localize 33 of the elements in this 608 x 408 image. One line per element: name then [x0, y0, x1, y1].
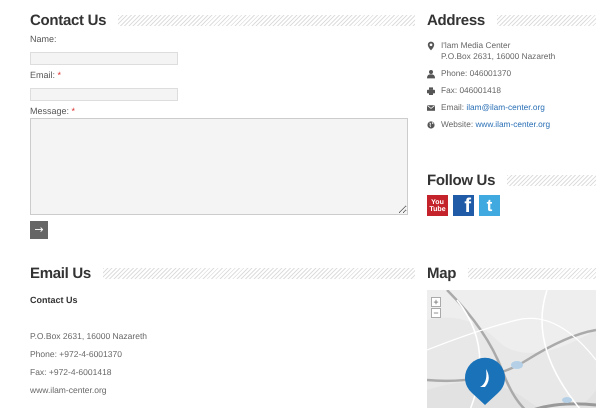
mail-icon	[427, 103, 435, 113]
section-title: Map	[427, 264, 456, 282]
input-field[interactable]	[30, 88, 178, 101]
email-line: P.O.Box 2631, 16000 Nazareth	[30, 331, 148, 342]
email-heading: Contact Us	[30, 295, 79, 305]
pin-icon	[427, 41, 435, 51]
contact-link[interactable]: ilam@ilam-center.org	[466, 102, 545, 112]
submit-button[interactable]: →	[30, 221, 48, 239]
printer-icon	[427, 86, 435, 96]
address-line: Fax: 046001418	[441, 85, 501, 96]
email-line: Phone: +972-4-6001370	[30, 349, 123, 360]
section-title: Email Us	[30, 264, 91, 282]
zoom-out-button[interactable]: −	[431, 308, 441, 318]
map-pin-icon[interactable]	[464, 357, 506, 405]
email-line: www.ilam-center.org	[30, 385, 108, 396]
section-title: Follow Us	[427, 172, 496, 188]
person-icon	[427, 69, 435, 79]
field-label: Email: *	[30, 70, 62, 82]
email-line: Fax: +972-4-6001418	[30, 367, 113, 378]
input-field[interactable]	[30, 52, 178, 65]
section-title: Address	[427, 12, 485, 28]
field-label: Name:	[30, 34, 58, 46]
letter-f-icon[interactable]: f	[453, 195, 474, 216]
message-field[interactable]	[30, 118, 408, 215]
address-line: I'lam Media Center P.O.Box 2631, 16000 Nazareth	[441, 40, 556, 62]
field-label: Message: *	[30, 106, 76, 118]
section-title: Contact Us	[30, 12, 106, 28]
address-line: Website: www.ilam-center.org	[441, 119, 550, 130]
address-line: Phone: 046001370	[441, 68, 512, 79]
contact-link[interactable]: www.ilam-center.org	[475, 119, 550, 129]
zoom-in-button[interactable]: +	[431, 297, 441, 307]
globe-icon	[427, 120, 435, 130]
address-line: Email: ilam@ilam-center.org	[441, 102, 545, 113]
